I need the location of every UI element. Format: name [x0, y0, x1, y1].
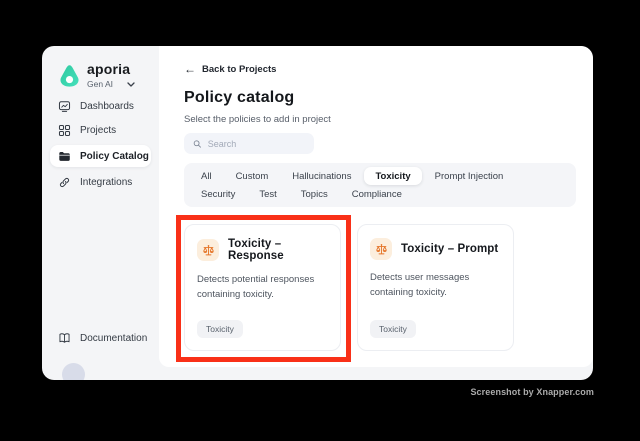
policy-card-toxicity-response[interactable]: Toxicity – Response Detects potential re… [184, 224, 341, 351]
tab-compliance[interactable]: Compliance [341, 185, 413, 203]
tab-hallucinations[interactable]: Hallucinations [281, 167, 362, 185]
chevron-down-icon[interactable] [127, 82, 135, 87]
scales-icon [370, 238, 392, 260]
page-background: aporia Gen AI Dashboards Projects Policy… [0, 0, 640, 441]
tab-test[interactable]: Test [248, 185, 287, 203]
tab-topics[interactable]: Topics [290, 185, 339, 203]
policy-card-title: Toxicity – Prompt [401, 243, 499, 255]
sidebar-item-policy-catalog[interactable]: Policy Catalog [50, 145, 151, 167]
sidebar: aporia Gen AI Dashboards Projects Policy… [42, 46, 159, 380]
policy-card-description: Detects user messages containing toxicit… [370, 272, 470, 298]
sidebar-item-dashboards[interactable]: Dashboards [50, 95, 151, 117]
watermark: Screenshot by Xnapper.com [470, 387, 594, 397]
sidebar-item-label: Policy Catalog [80, 150, 149, 162]
tab-prompt-injection[interactable]: Prompt Injection [424, 167, 515, 185]
tab-custom[interactable]: Custom [225, 167, 280, 185]
book-icon [59, 332, 70, 343]
back-to-projects-link[interactable]: ← Back to Projects [184, 63, 276, 75]
page-title: Policy catalog [184, 89, 295, 106]
search-icon [193, 139, 201, 148]
back-link-label: Back to Projects [202, 63, 277, 75]
sidebar-item-label: Integrations [80, 176, 133, 188]
tab-toxicity[interactable]: Toxicity [364, 167, 422, 185]
link-icon [59, 177, 70, 187]
search-box[interactable] [184, 133, 314, 154]
main-content: ← Back to Projects Policy catalog Select… [159, 46, 593, 367]
policy-card-tag: Toxicity [370, 320, 416, 338]
sidebar-item-label: Projects [80, 124, 117, 136]
back-arrow-icon: ← [184, 62, 196, 76]
tab-security[interactable]: Security [190, 185, 246, 203]
grid-icon [58, 124, 71, 136]
policy-card-title: Toxicity – Response [228, 238, 284, 262]
app-window: aporia Gen AI Dashboards Projects Policy… [42, 46, 593, 380]
scales-icon [197, 239, 219, 261]
search-input[interactable] [207, 138, 305, 149]
sidebar-item-projects[interactable]: Projects [50, 119, 151, 141]
sidebar-item-documentation[interactable]: Documentation [50, 327, 151, 349]
policy-card-description: Detects potential responses containing t… [197, 274, 315, 300]
workspace-name: Gen AI [87, 79, 113, 90]
page-subtitle: Select the policies to add in project [184, 114, 331, 125]
sidebar-item-label: Dashboards [80, 100, 134, 112]
tab-all[interactable]: All [190, 167, 223, 185]
folder-icon [59, 151, 70, 161]
sidebar-item-integrations[interactable]: Integrations [50, 171, 151, 193]
avatar[interactable] [62, 363, 85, 380]
aporia-logo-icon [60, 65, 79, 87]
brand-name: aporia [87, 61, 131, 77]
sidebar-item-label: Documentation [80, 332, 148, 344]
brand-block[interactable]: aporia Gen AI [59, 61, 135, 90]
dashboard-icon [58, 100, 71, 112]
category-tabs: All Custom Hallucinations Toxicity Promp… [184, 163, 576, 207]
policy-card-tag: Toxicity [197, 320, 243, 338]
policy-card-toxicity-prompt[interactable]: Toxicity – Prompt Detects user messages … [357, 224, 514, 351]
